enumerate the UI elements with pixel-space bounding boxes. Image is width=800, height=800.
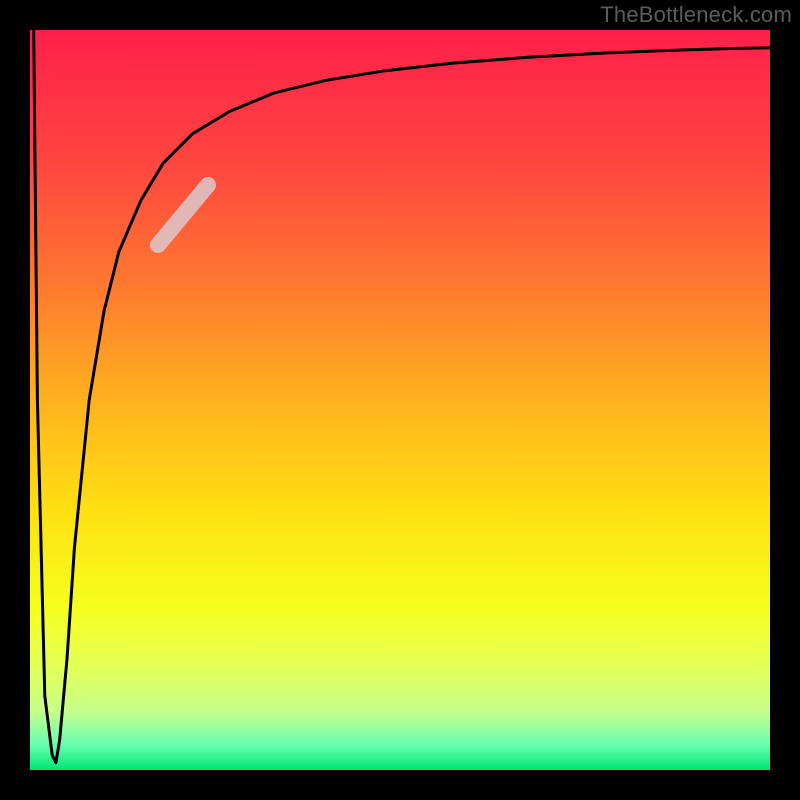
chart-frame xyxy=(0,0,800,800)
watermark-text: TheBottleneck.com xyxy=(600,2,792,28)
